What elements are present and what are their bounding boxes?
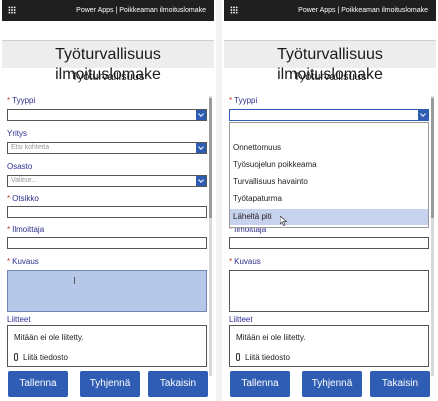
powerapps-header: Power Apps | Poikkeaman ilmoituslomake (224, 0, 436, 21)
text-cursor (74, 277, 75, 284)
chevron-down-icon[interactable] (196, 176, 206, 186)
otsikko-label: * Otsikko (7, 194, 39, 203)
tyyppi-dropdown[interactable] (7, 109, 207, 121)
mouse-pointer-icon (280, 216, 288, 226)
osasto-label: Osasto (7, 162, 33, 171)
form-screenshot-left: Power Apps | Poikkeaman ilmoituslomake T… (2, 0, 214, 401)
attachments-box: Mitään ei ole liitetty. Liitä tiedosto (7, 325, 207, 367)
app-launcher-icon[interactable] (8, 6, 16, 14)
save-button[interactable]: Tallenna (230, 371, 290, 397)
chevron-down-icon[interactable] (196, 143, 206, 153)
attachments-empty-text: Mitään ei ole liitetty. (14, 333, 84, 342)
screenshot-divider (216, 0, 222, 401)
chevron-down-icon[interactable] (196, 110, 206, 120)
ilmoittaja-input[interactable] (229, 237, 429, 249)
form-screenshot-right: Power Apps | Poikkeaman ilmoituslomake T… (224, 0, 436, 401)
vertical-scrollbar[interactable] (209, 96, 212, 376)
tyyppi-options-list: Onnettomuus Työsuojelun poikkeama Turval… (229, 122, 429, 228)
paperclip-icon (236, 353, 240, 361)
dropdown-option[interactable]: Työsuojelun poikkeama (230, 157, 428, 173)
yritys-label: Yritys (7, 129, 27, 138)
dropdown-option[interactable]: Turvallisuus havainto (230, 174, 428, 190)
ilmoittaja-input[interactable] (7, 237, 207, 249)
otsikko-input[interactable] (7, 206, 207, 218)
scrollbar-thumb[interactable] (209, 98, 212, 218)
liitteet-label: Liitteet (7, 315, 31, 324)
form-subtitle: Työturvallisuus (71, 71, 145, 83)
paperclip-icon (14, 353, 18, 361)
dropdown-option-hovered[interactable]: Läheltä piti (230, 209, 428, 225)
form-subtitle: Työturvallisuus (293, 71, 367, 83)
dropdown-option[interactable]: Onnettomuus (230, 140, 428, 156)
ilmoittaja-label: * Ilmoittaja (7, 225, 45, 234)
liitteet-label: Liitteet (229, 315, 253, 324)
back-button[interactable]: Takaisin (148, 371, 208, 397)
chevron-down-icon[interactable] (418, 110, 428, 120)
attach-file-link[interactable]: Liitä tiedosto (236, 353, 290, 363)
kuvaus-textarea[interactable] (7, 270, 207, 312)
tyyppi-label: * Tyyppi (229, 96, 258, 105)
save-button[interactable]: Tallenna (8, 371, 68, 397)
vertical-scrollbar[interactable] (431, 96, 434, 376)
tyyppi-label: * Tyyppi (7, 96, 36, 105)
dropdown-option[interactable]: Työtapaturma (230, 191, 428, 207)
header-title: Power Apps | Poikkeaman ilmoituslomake (76, 7, 206, 14)
dropdown-blank-option[interactable] (230, 123, 428, 139)
header-title: Power Apps | Poikkeaman ilmoituslomake (298, 7, 428, 14)
osasto-dropdown[interactable]: Valitse... (7, 175, 207, 187)
app-launcher-icon[interactable] (230, 6, 238, 14)
kuvaus-label: * Kuvaus (229, 257, 261, 266)
clear-button[interactable]: Tyhjennä (302, 371, 362, 397)
back-button[interactable]: Takaisin (370, 371, 430, 397)
scrollbar-thumb[interactable] (431, 98, 434, 218)
attachments-box: Mitään ei ole liitetty. Liitä tiedosto (229, 325, 429, 367)
kuvaus-textarea[interactable] (229, 270, 429, 312)
powerapps-header: Power Apps | Poikkeaman ilmoituslomake (2, 0, 214, 21)
kuvaus-label: * Kuvaus (7, 257, 39, 266)
attach-file-link[interactable]: Liitä tiedosto (14, 353, 68, 363)
clear-button[interactable]: Tyhjennä (80, 371, 140, 397)
yritys-combobox[interactable]: Etsi kohteita (7, 142, 207, 154)
attachments-empty-text: Mitään ei ole liitetty. (236, 333, 306, 342)
tyyppi-dropdown-open[interactable] (229, 109, 429, 121)
